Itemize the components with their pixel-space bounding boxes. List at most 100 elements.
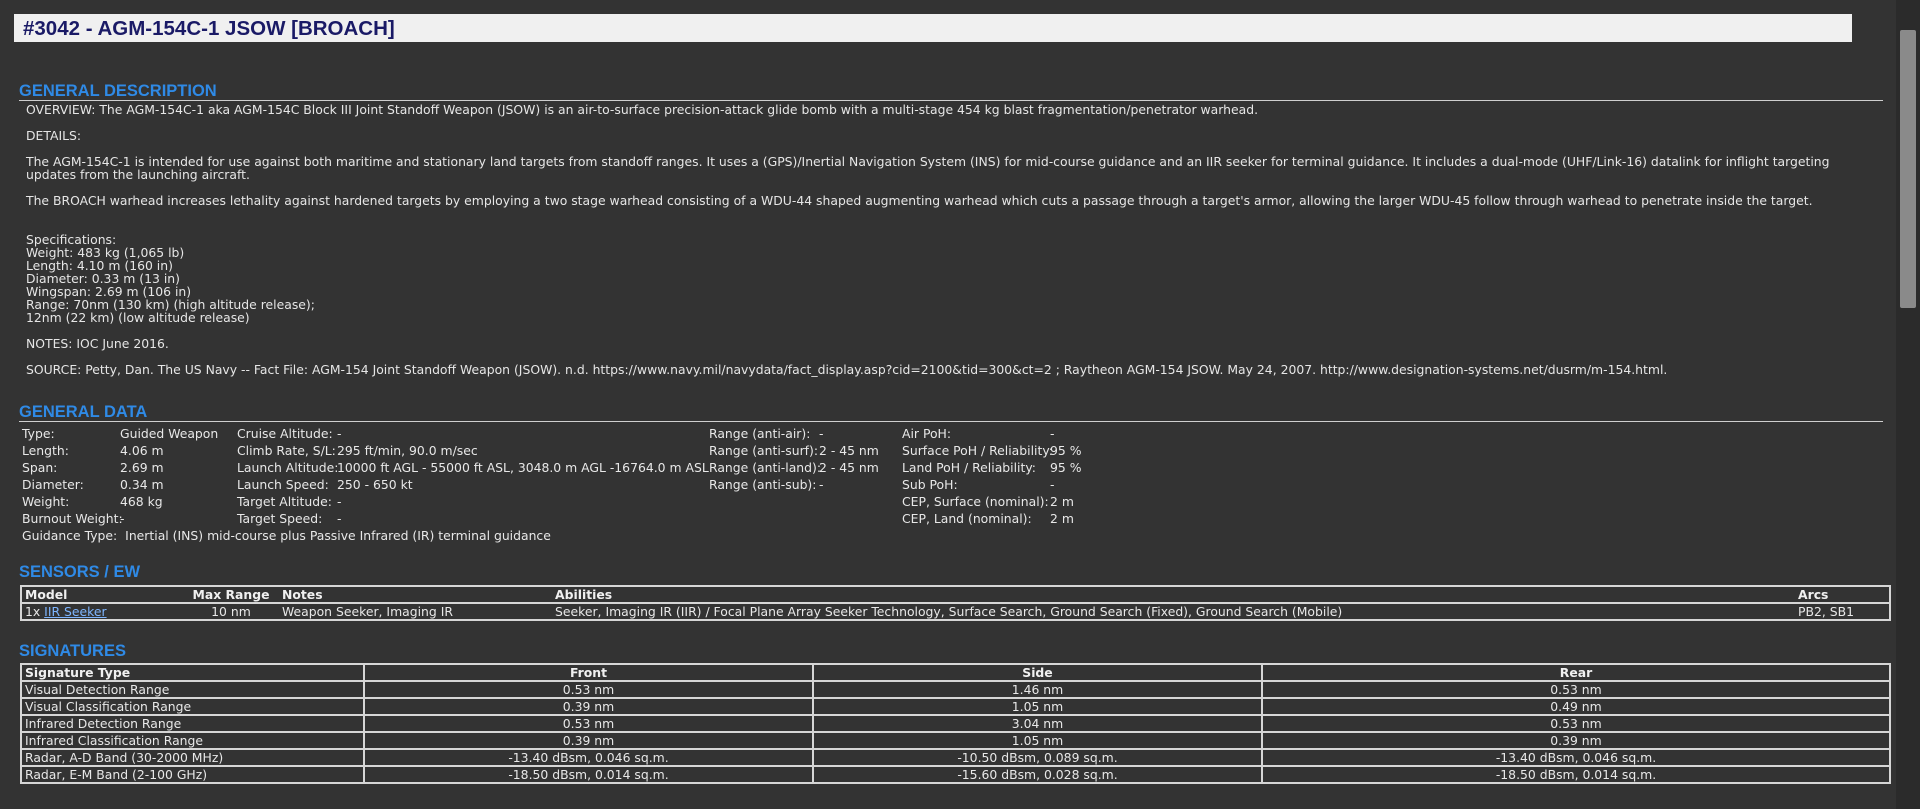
table-row: Visual Classification Range 0.39 nm 1.05 n… — [20, 697, 1891, 716]
general-data-label: Land PoH / Reliability: — [902, 460, 1036, 475]
general-data-value: 250 - 650 kt — [337, 477, 413, 492]
general-data-label: Diameter: — [22, 477, 84, 492]
signature-front: 0.53 nm — [363, 680, 814, 699]
general-data-row: Span: 2.69 m — [22, 459, 218, 476]
sensors-col-max-range: Max Range — [183, 586, 279, 604]
signature-front: -13.40 dBsm, 0.046 sq.m. — [363, 748, 814, 767]
scrollbar-thumb[interactable] — [1900, 30, 1916, 308]
sensors-col-abilities: Abilities — [552, 586, 1795, 604]
signatures-col-front: Front — [363, 663, 814, 682]
signature-front: -18.50 dBsm, 0.014 sq.m. — [363, 765, 814, 784]
signature-side: 1.46 nm — [812, 680, 1263, 699]
guidance-type-label: Guidance Type: — [22, 528, 118, 543]
sensor-arcs: PB2, SB1 — [1795, 602, 1890, 621]
general-data-label: Air PoH: — [902, 426, 952, 441]
table-row: Infrared Detection Range 0.53 nm 3.04 nm 0.… — [20, 714, 1891, 733]
general-data-row: Type: Guided Weapon — [22, 425, 218, 442]
signature-rear: 0.53 nm — [1261, 714, 1891, 733]
sensors-col-notes: Notes — [279, 586, 552, 604]
general-data-row: Surface PoH / Reliability: 95 % — [902, 442, 1081, 459]
general-data-row: Range (anti-land): 2 - 45 nm — [709, 459, 879, 476]
general-data-value: 2 - 45 nm — [819, 443, 879, 458]
general-data-value: 4.06 m — [120, 443, 164, 458]
spec-line: Range: 70nm (130 km) (high altitude rele… — [26, 297, 315, 312]
signature-type: Infrared Detection Range — [20, 714, 365, 733]
signatures-header-row: Signature Type Front Side Rear — [20, 663, 1891, 682]
general-data-row: Range (anti-sub): - — [709, 476, 879, 493]
general-data-value: 0.34 m — [120, 477, 164, 492]
sensors-col-model: Model — [21, 586, 183, 604]
general-data-col-4: Air PoH: - Surface PoH / Reliability: 95 % L… — [902, 425, 1081, 527]
signature-rear: 0.53 nm — [1261, 680, 1891, 699]
general-data-value: - — [819, 477, 824, 492]
general-data-label: Cruise Altitude: — [237, 426, 333, 441]
signature-front: 0.39 nm — [363, 697, 814, 716]
signature-front: 0.39 nm — [363, 731, 814, 750]
source-text: SOURCE: Petty, Dan. The US Navy -- Fact … — [26, 362, 1668, 377]
notes-text: NOTES: IOC June 2016. — [26, 336, 169, 351]
signature-rear: -13.40 dBsm, 0.046 sq.m. — [1261, 748, 1891, 767]
general-data-label: CEP, Land (nominal): — [902, 511, 1032, 526]
signatures-col-type: Signature Type — [20, 663, 365, 682]
general-data-value: - — [120, 511, 125, 526]
general-description-body: OVERVIEW: The AGM-154C-1 aka AGM-154C Bl… — [26, 103, 1876, 389]
general-data-row: Target Speed: - — [237, 510, 709, 527]
specifications-block: Specifications: Weight: 483 kg (1,065 lb)… — [26, 233, 1876, 324]
general-description-heading: GENERAL DESCRIPTION — [19, 82, 1883, 101]
signatures-table: Signature Type Front Side Rear Visual De… — [20, 663, 1891, 784]
signatures-col-rear: Rear — [1261, 663, 1891, 682]
general-data-value: 95 % — [1050, 460, 1082, 475]
general-data-label: Climb Rate, S/L: — [237, 443, 336, 458]
general-data-value: 95 % — [1050, 443, 1082, 458]
general-data-row: Range (anti-surf): 2 - 45 nm — [709, 442, 879, 459]
general-data-row: Launch Speed: 250 - 650 kt — [237, 476, 709, 493]
general-data-value: 2 m — [1050, 511, 1074, 526]
general-data-row: Climb Rate, S/L: 295 ft/min, 90.0 m/sec — [237, 442, 709, 459]
spec-line: Specifications: — [26, 232, 117, 247]
vertical-scrollbar[interactable] — [1896, 0, 1920, 809]
general-data-label: Range (anti-surf): — [709, 443, 819, 458]
signature-front: 0.53 nm — [363, 714, 814, 733]
general-data-label: Launch Speed: — [237, 477, 329, 492]
general-data-value: - — [1050, 426, 1055, 441]
general-data-row: Target Altitude: - — [237, 493, 709, 510]
general-data-row: CEP, Land (nominal): 2 m — [902, 510, 1081, 527]
overview-text: OVERVIEW: The AGM-154C-1 aka AGM-154C Bl… — [26, 102, 1259, 117]
signature-side: -15.60 dBsm, 0.028 sq.m. — [812, 765, 1263, 784]
table-row: Radar, E-M Band (2-100 GHz) -18.50 dBsm, … — [20, 765, 1891, 784]
general-data-label: CEP, Surface (nominal): — [902, 494, 1049, 509]
signature-rear: 0.49 nm — [1261, 697, 1891, 716]
general-data-label: Surface PoH / Reliability: — [902, 443, 1053, 458]
general-data-row: Sub PoH: - — [902, 476, 1081, 493]
general-data-heading: GENERAL DATA — [19, 403, 1883, 422]
general-data-col-3: Range (anti-air): - Range (anti-surf): 2 - … — [709, 425, 879, 493]
spec-line: Diameter: 0.33 m (13 in) — [26, 271, 180, 286]
general-data-row: Length: 4.06 m — [22, 442, 218, 459]
guidance-type-row: Guidance Type: Inertial (INS) mid-course… — [22, 527, 551, 544]
sensor-model-link[interactable]: IIR Seeker — [44, 604, 106, 619]
general-data-value: 10000 ft AGL - 55000 ft ASL, 3048.0 m AG… — [337, 460, 709, 475]
signature-type: Radar, E-M Band (2-100 GHz) — [20, 765, 365, 784]
general-data-label: Type: — [22, 426, 55, 441]
general-data-label: Sub PoH: — [902, 477, 958, 492]
guidance-type-value: Inertial (INS) mid-course plus Passive I… — [125, 528, 551, 543]
signature-type: Radar, A-D Band (30-2000 MHz) — [20, 748, 365, 767]
general-data-row: Air PoH: - — [902, 425, 1081, 442]
sensor-model-cell: 1x IIR Seeker — [21, 602, 183, 621]
signature-type: Visual Detection Range — [20, 680, 365, 699]
sensors-heading: SENSORS / EW — [19, 563, 141, 581]
general-data-row: Diameter: 0.34 m — [22, 476, 218, 493]
general-data-label: Burnout Weight: — [22, 511, 123, 526]
signature-rear: -18.50 dBsm, 0.014 sq.m. — [1261, 765, 1891, 784]
general-data-value: - — [337, 511, 342, 526]
details-paragraph-1: The AGM-154C-1 is intended for use again… — [26, 154, 1830, 182]
spec-line: Weight: 483 kg (1,065 lb) — [26, 245, 185, 260]
sensor-notes: Weapon Seeker, Imaging IR — [279, 602, 552, 621]
general-data-col-1: Type: Guided Weapon Length: 4.06 m Span: 2.69… — [22, 425, 218, 527]
general-data-label: Weight: — [22, 494, 70, 509]
signatures-heading: SIGNATURES — [19, 642, 126, 660]
general-data-label: Span: — [22, 460, 58, 475]
general-data-value: 2 - 45 nm — [819, 460, 879, 475]
general-data-label: Target Speed: — [237, 511, 323, 526]
general-data-col-2: Cruise Altitude: - Climb Rate, S/L: 295 ft/… — [237, 425, 709, 527]
